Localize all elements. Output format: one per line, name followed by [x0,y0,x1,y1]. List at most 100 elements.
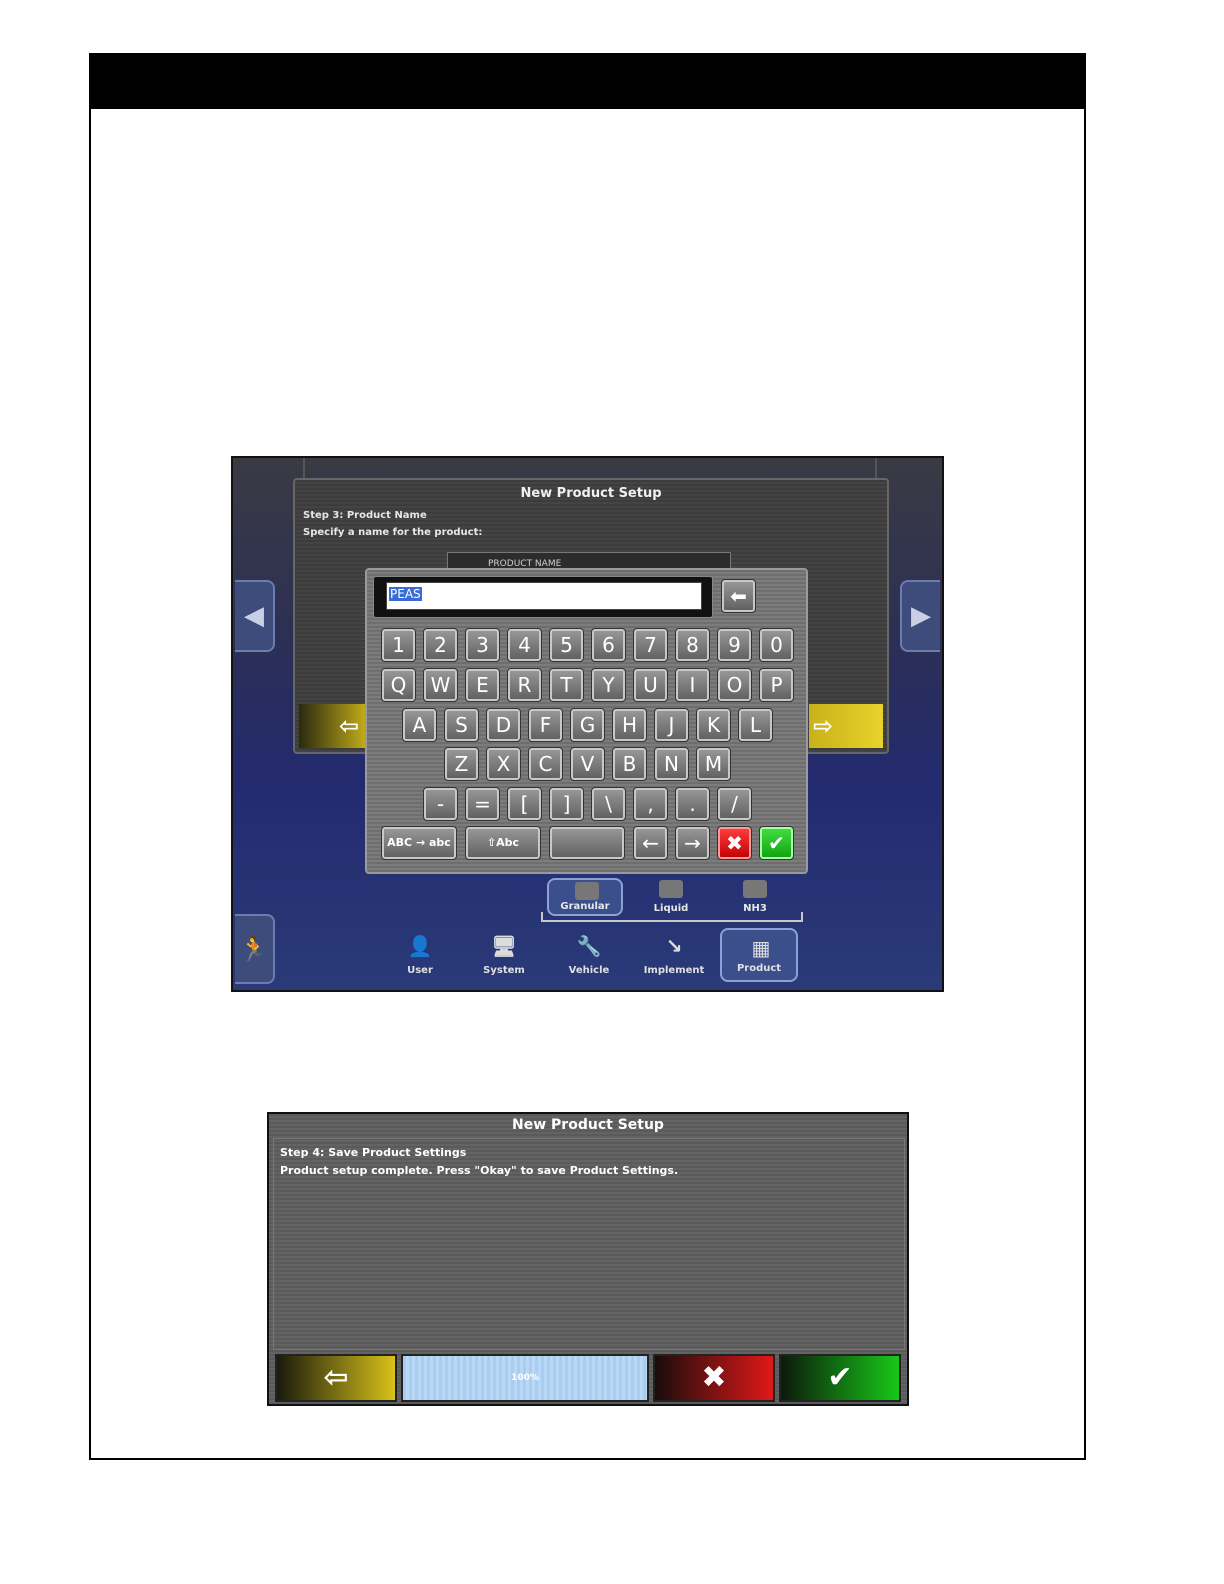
keyboard-text-input[interactable]: PEAS [386,582,702,610]
arrow-right-icon: ⇨ [813,712,834,740]
key[interactable]: G [570,708,605,742]
key[interactable]: V [570,747,605,781]
space-key[interactable] [549,826,625,860]
case-toggle-key[interactable]: ABC → abc [381,826,457,860]
key[interactable]: D [486,708,521,742]
key[interactable]: = [465,787,500,821]
triangle-right-icon: ▶ [911,601,931,631]
key[interactable]: 2 [423,628,458,662]
key[interactable]: 4 [507,628,542,662]
vehicle-icon: 🔧 [576,934,602,958]
key[interactable]: W [423,668,458,702]
screenshot-product-name: ◀ ▶ New Product Setup Step 3: Product Na… [231,456,944,992]
key[interactable]: O [717,668,752,702]
nav-implement[interactable]: ↘ Implement [635,928,713,982]
accept-key[interactable]: ✔ [759,826,794,860]
key[interactable]: Y [591,668,626,702]
liquid-icon [659,880,683,898]
arrow-left-icon: ⇦ [339,712,360,740]
key[interactable]: ] [549,787,584,821]
onscreen-keyboard: PEAS ⬅ ABC → abc ⇧Abc ← → ✖ ✔ 1234567890… [365,568,808,874]
backspace-key[interactable]: ⬅ [721,579,756,613]
cursor-left-key[interactable]: ← [633,826,668,860]
key[interactable]: H [612,708,647,742]
key[interactable]: B [612,747,647,781]
cancel-key[interactable]: ✖ [717,826,752,860]
next-page-button[interactable]: ▶ [900,580,940,652]
running-person-icon: 🏃 [239,935,269,963]
key[interactable]: A [402,708,437,742]
key[interactable]: 3 [465,628,500,662]
product-icon: ▦ [751,936,771,960]
close-icon: ✖ [726,831,743,855]
key[interactable]: U [633,668,668,702]
okay-button[interactable]: ✔ [779,1354,901,1402]
key[interactable]: 6 [591,628,626,662]
key[interactable]: , [633,787,668,821]
key[interactable]: 5 [549,628,584,662]
key[interactable]: T [549,668,584,702]
step-label: Step 4: Save Product Settings [280,1146,467,1159]
tab-bracket [541,912,803,922]
key[interactable]: X [486,747,521,781]
key[interactable]: N [654,747,689,781]
next-button[interactable]: ⇨ [809,704,883,748]
keyboard-input-wrapper: PEAS [373,576,713,618]
key[interactable]: L [738,708,773,742]
instruction-text: Specify a name for the product: [303,527,483,538]
key[interactable]: 0 [759,628,794,662]
key[interactable]: [ [507,787,542,821]
key[interactable]: Z [444,747,479,781]
key[interactable]: . [675,787,710,821]
selected-text: PEAS [389,587,422,601]
key[interactable]: I [675,668,710,702]
checkmark-icon: ✔ [827,1360,853,1395]
dialog-title: New Product Setup [512,1117,664,1133]
key[interactable]: K [696,708,731,742]
key[interactable]: / [717,787,752,821]
tab-nh3[interactable]: NH3 [717,878,793,916]
key[interactable]: \ [591,787,626,821]
tab-liquid[interactable]: Liquid [633,878,709,916]
key[interactable]: F [528,708,563,742]
close-icon: ✖ [701,1360,727,1395]
back-button[interactable]: ⇦ [299,704,369,748]
key[interactable]: Q [381,668,416,702]
nav-system[interactable]: 🖥 System [465,928,543,982]
nav-vehicle[interactable]: 🔧 Vehicle [550,928,628,982]
key[interactable]: S [444,708,479,742]
granular-icon [575,882,599,900]
key[interactable]: P [759,668,794,702]
system-icon: 🖥 [491,934,517,958]
completion-message: Product setup complete. Press "Okay" to … [280,1164,679,1177]
screenshot-save-settings: New Product Setup Step 4: Save Product S… [267,1112,909,1406]
triangle-left-icon: ◀ [244,601,264,631]
key[interactable]: 8 [675,628,710,662]
cancel-button[interactable]: ✖ [653,1354,775,1402]
key[interactable]: 9 [717,628,752,662]
progress-bar: 100% [401,1354,649,1402]
key[interactable]: E [465,668,500,702]
nav-product[interactable]: ▦ Product [720,928,798,982]
key[interactable]: - [423,787,458,821]
backspace-icon: ⬅ [730,584,747,608]
exit-button[interactable]: 🏃 [235,914,275,984]
key[interactable]: 7 [633,628,668,662]
checkmark-icon: ✔ [768,831,785,855]
step-label: Step 3: Product Name [303,510,427,521]
tab-granular[interactable]: Granular [547,878,623,916]
nav-user[interactable]: 👤 User [381,928,459,982]
key[interactable]: J [654,708,689,742]
key[interactable]: 1 [381,628,416,662]
user-icon: 👤 [407,934,433,958]
key[interactable]: M [696,747,731,781]
previous-page-button[interactable]: ◀ [235,580,275,652]
key[interactable]: R [507,668,542,702]
cursor-right-key[interactable]: → [675,826,710,860]
shift-key[interactable]: ⇧Abc [465,826,541,860]
header-bar [91,55,1084,109]
key[interactable]: C [528,747,563,781]
top-divider [303,458,877,478]
arrow-left-icon: ⇦ [323,1360,349,1395]
back-button[interactable]: ⇦ [275,1354,397,1402]
